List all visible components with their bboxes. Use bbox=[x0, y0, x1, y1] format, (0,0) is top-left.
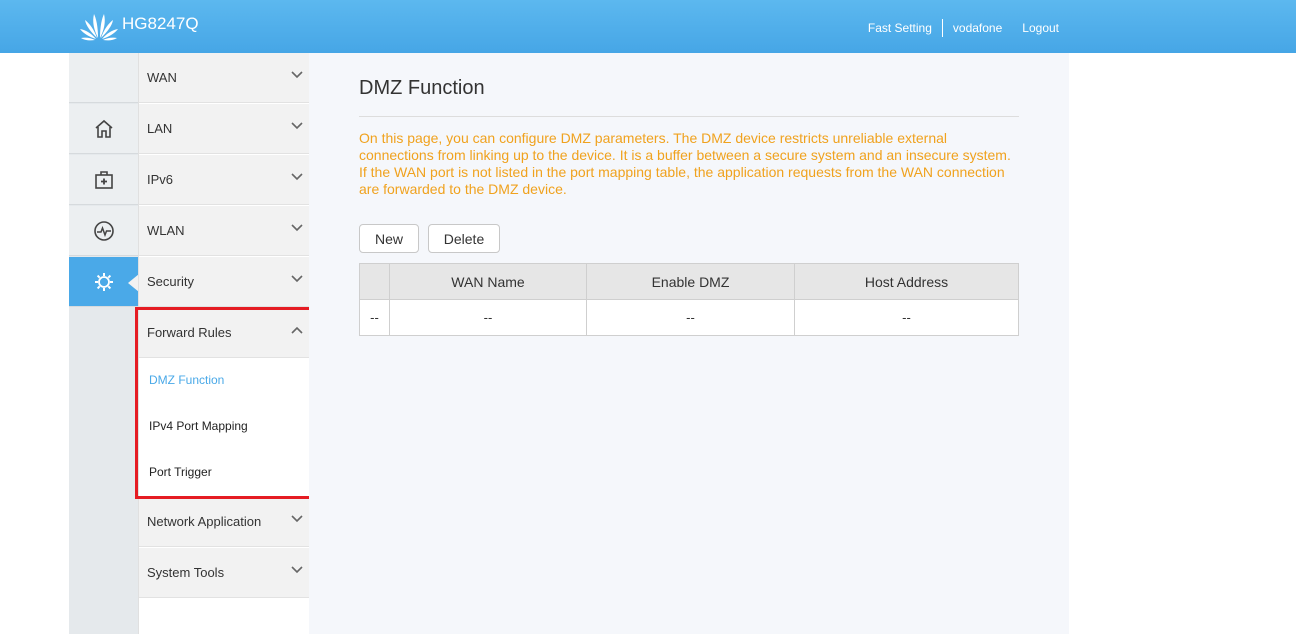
sidebar-item-wan[interactable]: WAN bbox=[139, 53, 310, 103]
chevron-down-icon bbox=[291, 122, 303, 130]
table-header-select bbox=[359, 263, 390, 300]
chevron-down-icon bbox=[291, 173, 303, 181]
table-cell: -- bbox=[359, 299, 390, 336]
page-description: On this page, you can configure DMZ para… bbox=[359, 130, 1011, 197]
delete-button[interactable]: Delete bbox=[428, 224, 500, 253]
icon-nav bbox=[69, 53, 139, 634]
page-title: DMZ Function bbox=[359, 77, 485, 99]
sidebar-item-system-tools[interactable]: System Tools bbox=[139, 548, 310, 598]
fast-setting-link[interactable]: Fast Setting bbox=[868, 21, 932, 35]
table-cell: -- bbox=[389, 299, 587, 336]
user-link[interactable]: vodafone bbox=[953, 21, 1002, 35]
pulse-monitor-icon bbox=[93, 220, 114, 241]
chevron-down-icon bbox=[291, 71, 303, 79]
table-header-row: WAN Name Enable DMZ Host Address bbox=[359, 263, 1019, 300]
sidebar-item-label: LAN bbox=[147, 121, 173, 136]
sidebar-item-network-application[interactable]: Network Application bbox=[139, 497, 310, 547]
sidebar-item-label: Forward Rules bbox=[147, 325, 232, 340]
sidebar-item-forward-rules[interactable]: Forward Rules bbox=[139, 308, 310, 358]
logout-link[interactable]: Logout bbox=[1022, 21, 1059, 35]
table-cell: -- bbox=[586, 299, 795, 336]
icon-nav-home[interactable] bbox=[69, 104, 138, 154]
huawei-logo-icon bbox=[80, 14, 118, 41]
main-content: DMZ Function On this page, you can confi… bbox=[309, 53, 1069, 634]
chevron-down-icon bbox=[291, 515, 303, 523]
chevron-down-icon bbox=[291, 224, 303, 232]
gear-icon bbox=[94, 272, 113, 291]
submenu-item-dmz-function[interactable]: DMZ Function bbox=[149, 373, 224, 387]
submenu-item-port-trigger[interactable]: Port Trigger bbox=[149, 465, 212, 479]
dmz-table: WAN Name Enable DMZ Host Address -- -- -… bbox=[359, 263, 1019, 336]
submenu-item-ipv4-port-mapping[interactable]: IPv4 Port Mapping bbox=[149, 419, 248, 433]
chevron-down-icon bbox=[291, 275, 303, 283]
sidebar-item-label: WLAN bbox=[147, 223, 185, 238]
icon-nav-advanced[interactable] bbox=[69, 257, 139, 307]
sidebar-item-label: WAN bbox=[147, 70, 177, 85]
new-button[interactable]: New bbox=[359, 224, 419, 253]
device-model: HG8247Q bbox=[122, 14, 199, 33]
medical-kit-icon bbox=[94, 170, 113, 189]
table-header-host-address: Host Address bbox=[794, 263, 1019, 300]
sidebar-item-wlan[interactable]: WLAN bbox=[139, 206, 310, 256]
sidebar-item-label: Network Application bbox=[147, 514, 262, 529]
home-icon bbox=[94, 119, 113, 138]
divider bbox=[359, 116, 1019, 117]
sidebar-item-ipv6[interactable]: IPv6 bbox=[139, 155, 310, 205]
table-row[interactable]: -- -- -- -- bbox=[359, 299, 1019, 336]
divider bbox=[941, 19, 943, 37]
sidebar-item-lan[interactable]: LAN bbox=[139, 104, 310, 154]
table-cell: -- bbox=[794, 299, 1019, 336]
sidebar-menu: WAN LAN IPv6 WLAN Security Forward Rules… bbox=[138, 53, 310, 634]
top-bar: HG8247Q Fast Setting vodafone Logout bbox=[0, 0, 1296, 53]
chevron-down-icon bbox=[291, 566, 303, 574]
top-links: Fast Setting vodafone Logout bbox=[868, 18, 1059, 38]
table-header-wan-name: WAN Name bbox=[389, 263, 587, 300]
icon-nav-diagnose[interactable] bbox=[69, 155, 138, 205]
sidebar-item-label: IPv6 bbox=[147, 172, 174, 187]
sidebar-item-label: Security bbox=[147, 274, 194, 289]
sidebar-item-label: System Tools bbox=[147, 565, 225, 580]
sidebar-item-security[interactable]: Security bbox=[139, 257, 310, 307]
icon-nav-status[interactable] bbox=[69, 206, 138, 256]
table-header-enable-dmz: Enable DMZ bbox=[586, 263, 795, 300]
icon-nav-blank bbox=[69, 53, 138, 103]
chevron-up-icon bbox=[291, 326, 303, 334]
